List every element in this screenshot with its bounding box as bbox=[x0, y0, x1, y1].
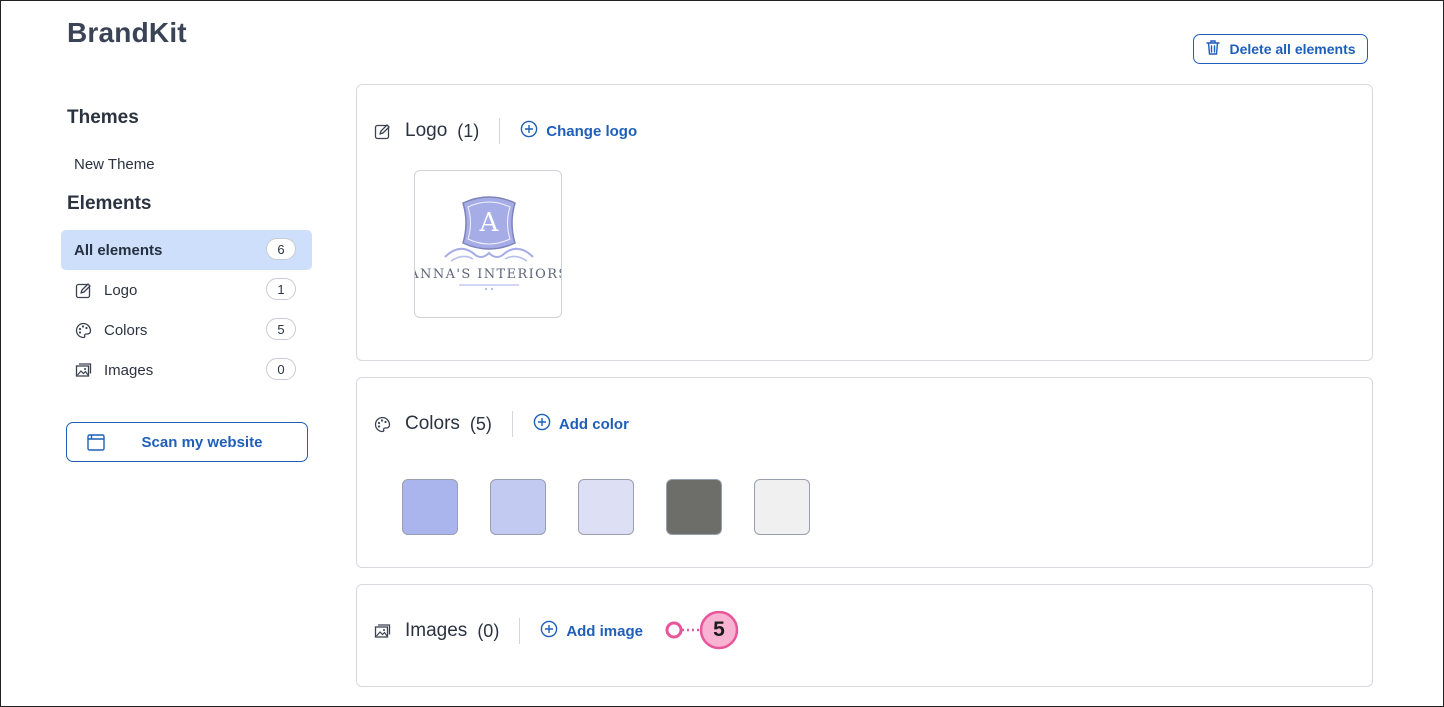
logo-letter: A bbox=[479, 208, 499, 238]
image-icon bbox=[373, 622, 391, 640]
colors-card-count: (5) bbox=[469, 413, 492, 434]
sidebar-item-images[interactable]: Images 0 bbox=[61, 350, 312, 390]
color-swatch[interactable] bbox=[666, 479, 722, 535]
sidebar-item-label: Images bbox=[104, 361, 154, 379]
delete-all-button[interactable]: Delete all elements bbox=[1193, 34, 1368, 64]
sidebar-item-all-elements[interactable]: All elements 6 bbox=[61, 230, 312, 270]
logo-card-count: (1) bbox=[457, 120, 480, 141]
theme-item-new-theme[interactable]: New Theme bbox=[74, 156, 155, 173]
edit-icon bbox=[74, 281, 92, 299]
elements-heading: Elements bbox=[67, 193, 152, 214]
palette-icon bbox=[74, 321, 92, 339]
count-badge: 6 bbox=[266, 238, 296, 260]
browser-window-icon bbox=[87, 434, 105, 455]
themes-heading: Themes bbox=[67, 107, 139, 128]
add-image-label: Add image bbox=[566, 622, 643, 640]
logo-crest-graphic bbox=[444, 196, 534, 291]
add-color-label: Add color bbox=[558, 415, 629, 433]
color-swatch[interactable] bbox=[754, 479, 810, 535]
plus-circle-icon bbox=[533, 413, 551, 435]
logo-thumbnail[interactable]: A ANNA'S INTERIORS bbox=[414, 170, 562, 318]
count-badge: 5 bbox=[266, 318, 296, 340]
callout-number: 5 bbox=[713, 618, 725, 641]
change-logo-label: Change logo bbox=[546, 122, 638, 140]
count-badge: 0 bbox=[266, 358, 296, 380]
scan-website-label: Scan my website bbox=[141, 433, 263, 451]
scan-website-button[interactable]: Scan my website bbox=[66, 422, 308, 462]
divider bbox=[499, 118, 501, 144]
trash-icon bbox=[1205, 39, 1221, 59]
app-title: BrandKit bbox=[67, 17, 187, 48]
count-badge: 1 bbox=[266, 278, 296, 300]
palette-icon bbox=[373, 415, 391, 433]
sidebar-item-label: All elements bbox=[74, 241, 163, 259]
sidebar-item-label: Colors bbox=[104, 321, 148, 339]
divider bbox=[511, 411, 513, 437]
edit-icon bbox=[373, 122, 391, 140]
plus-circle-icon bbox=[520, 120, 538, 142]
colors-card-title: Colors bbox=[405, 413, 460, 434]
color-swatch[interactable] bbox=[578, 479, 634, 535]
sidebar-item-logo[interactable]: Logo 1 bbox=[61, 270, 312, 310]
change-logo-button[interactable]: Change logo bbox=[520, 120, 637, 142]
sidebar-item-colors[interactable]: Colors 5 bbox=[61, 310, 312, 350]
divider bbox=[519, 618, 521, 644]
colors-card: Colors (5) Add color bbox=[356, 377, 1373, 568]
images-card-title: Images bbox=[405, 620, 468, 641]
logo-card-title: Logo bbox=[405, 120, 448, 141]
color-swatch[interactable] bbox=[490, 479, 546, 535]
images-card: Images (0) Add image bbox=[356, 584, 1373, 687]
logo-card: Logo (1) Change logo A ANNA'S INTERIORS bbox=[356, 84, 1373, 361]
images-card-header: Images (0) Add image bbox=[373, 616, 643, 646]
delete-all-label: Delete all elements bbox=[1229, 41, 1356, 57]
color-swatch[interactable] bbox=[402, 479, 458, 535]
callout-marker: 5 bbox=[663, 611, 743, 651]
add-color-button[interactable]: Add color bbox=[533, 413, 629, 435]
plus-circle-icon bbox=[540, 620, 558, 642]
image-icon bbox=[74, 361, 92, 379]
sidebar-item-label: Logo bbox=[104, 281, 138, 299]
colors-card-header: Colors (5) Add color bbox=[373, 409, 629, 439]
app-window: BrandKit Delete all elements Themes New … bbox=[0, 0, 1444, 707]
logo-text: ANNA'S INTERIORS bbox=[414, 267, 562, 282]
images-card-count: (0) bbox=[477, 620, 500, 641]
logo-card-header: Logo (1) Change logo bbox=[373, 116, 637, 146]
add-image-button[interactable]: Add image bbox=[540, 620, 643, 642]
